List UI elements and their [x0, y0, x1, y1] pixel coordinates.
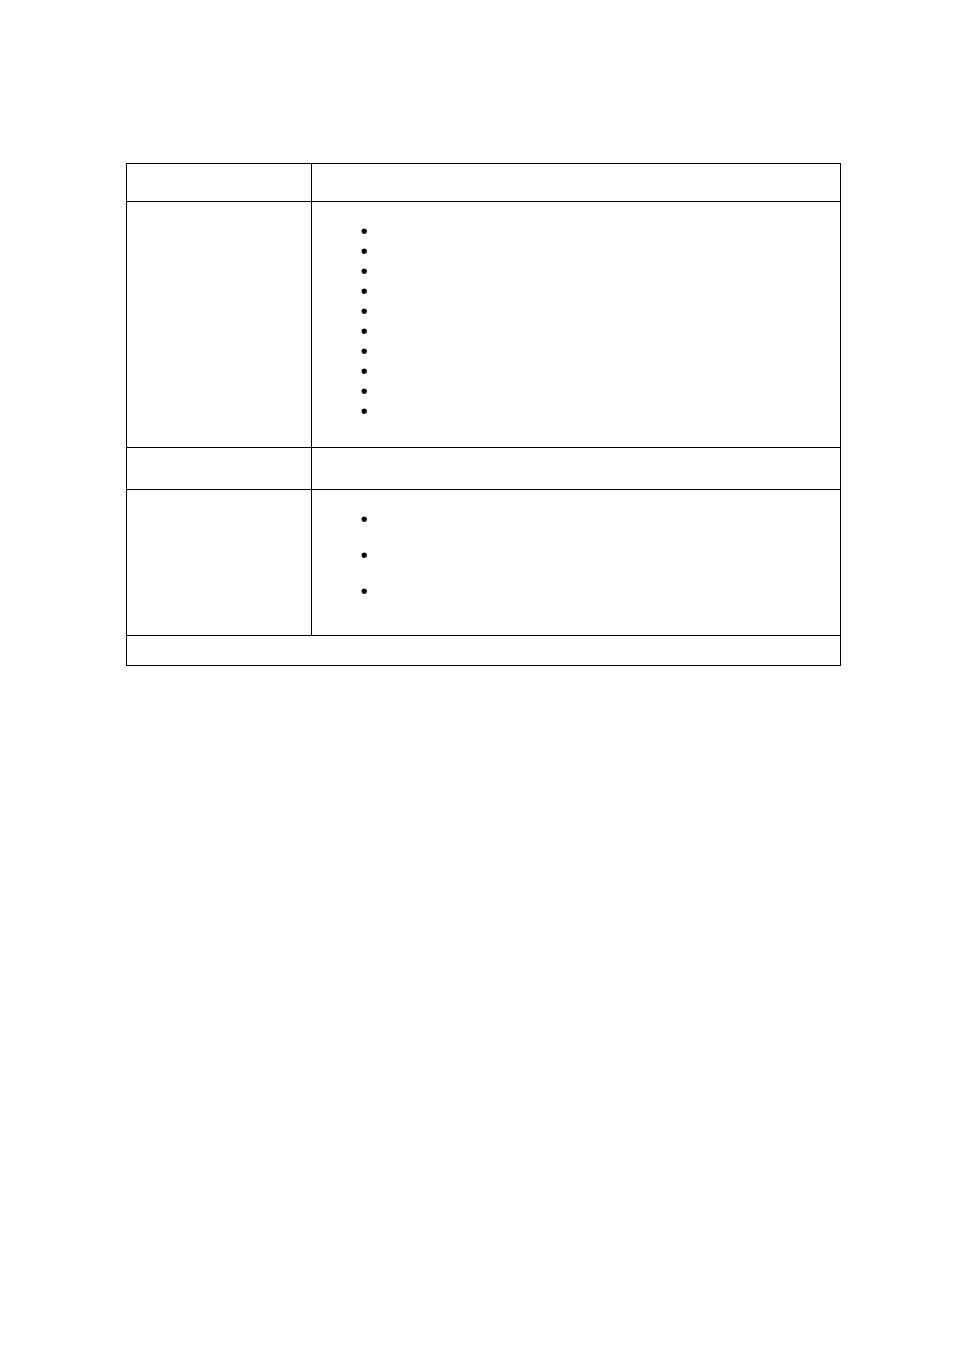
data-table	[126, 163, 841, 666]
bullet-list	[312, 510, 840, 618]
table-cell	[127, 164, 312, 202]
table-cell	[127, 448, 312, 490]
table-row	[127, 164, 841, 202]
table-cell	[127, 202, 312, 448]
table-cell	[127, 490, 312, 636]
list-item	[361, 342, 840, 362]
table-row	[127, 636, 841, 666]
table-row	[127, 490, 841, 636]
table-cell	[311, 202, 840, 448]
list-item	[361, 262, 840, 282]
list-item	[361, 546, 840, 582]
list-item	[361, 402, 840, 422]
bullet-list	[312, 222, 840, 422]
list-item	[361, 282, 840, 302]
table-row	[127, 202, 841, 448]
list-item	[361, 362, 840, 382]
list-item	[361, 322, 840, 342]
table-cell	[311, 448, 840, 490]
list-item	[361, 242, 840, 262]
table-cell	[311, 164, 840, 202]
table-container	[126, 163, 841, 666]
list-item	[361, 302, 840, 322]
table-row	[127, 448, 841, 490]
list-item	[361, 382, 840, 402]
list-item	[361, 222, 840, 242]
table-cell	[311, 490, 840, 636]
list-item	[361, 510, 840, 546]
table-cell-full	[127, 636, 841, 666]
list-item	[361, 582, 840, 618]
